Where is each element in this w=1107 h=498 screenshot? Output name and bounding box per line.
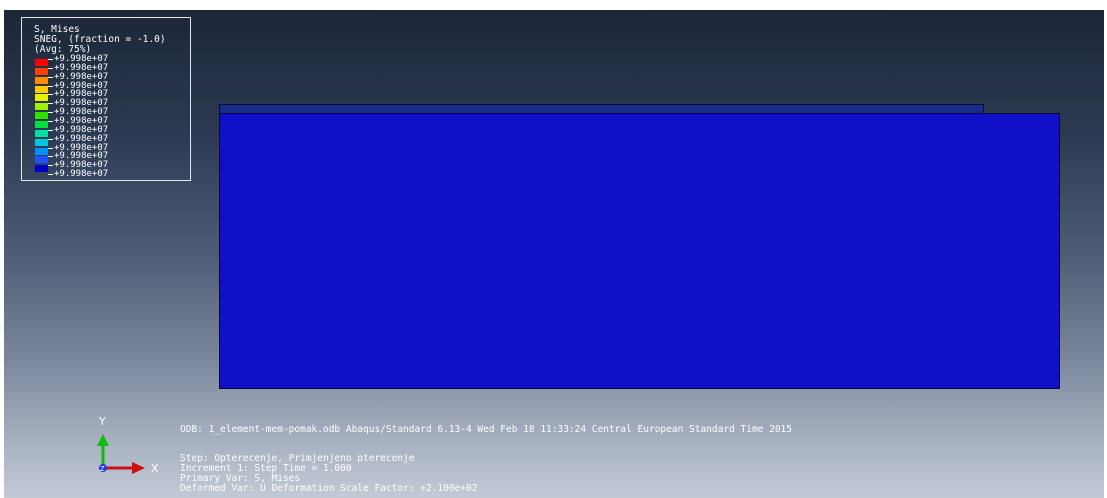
legend-tick — [48, 147, 53, 149]
legend-tick — [48, 129, 53, 131]
triad-z-label: Z — [100, 465, 105, 473]
legend-tick — [48, 174, 53, 176]
legend-color-swatch — [35, 67, 48, 75]
legend-color-swatch — [35, 156, 48, 164]
triad-y-label: Y — [98, 415, 106, 428]
x-axis-arrowhead — [132, 462, 145, 474]
legend-color-swatch — [35, 112, 48, 120]
viewport[interactable]: S, Mises SNEG, (fraction = -1.0) (Avg: 7… — [4, 10, 1104, 498]
triad-x-label: X — [151, 462, 159, 475]
legend-tick — [48, 165, 53, 167]
deformed-element — [219, 113, 984, 389]
y-axis-arrowhead — [97, 434, 109, 446]
legend-color-swatch — [35, 147, 48, 155]
legend-tick — [48, 103, 53, 105]
legend-tick — [48, 85, 53, 87]
legend-tick — [48, 76, 53, 78]
deformed-element-extension — [983, 113, 1060, 389]
legend-tick — [48, 156, 53, 158]
legend-tick — [48, 94, 53, 96]
legend-color-swatch — [35, 59, 48, 66]
legend-color-swatch — [35, 85, 48, 93]
legend-tick — [48, 59, 53, 60]
legend-color-swatch — [35, 94, 48, 102]
legend-tick — [48, 120, 53, 122]
odb-info-line: ODB: 1_element-mem-pomak.odb Abaqus/Stan… — [180, 424, 792, 435]
legend-color-swatch — [35, 103, 48, 111]
legend-color-swatch — [35, 76, 48, 84]
legend-tick — [48, 138, 53, 140]
legend-color-swatch — [35, 165, 48, 173]
coordinate-triad: Y Z X — [97, 415, 159, 475]
contour-legend: S, Mises SNEG, (fraction = -1.0) (Avg: 7… — [21, 17, 191, 181]
legend-color-swatch — [35, 120, 48, 128]
legend-tick — [48, 112, 53, 114]
legend-level-label: +9.998e+07 — [54, 169, 109, 180]
legend-color-swatch — [35, 138, 48, 146]
legend-color-swatch — [35, 129, 48, 137]
deformed-var-info-line: Deformed Var: U Deformation Scale Factor… — [180, 483, 478, 494]
legend-tick — [48, 67, 53, 69]
